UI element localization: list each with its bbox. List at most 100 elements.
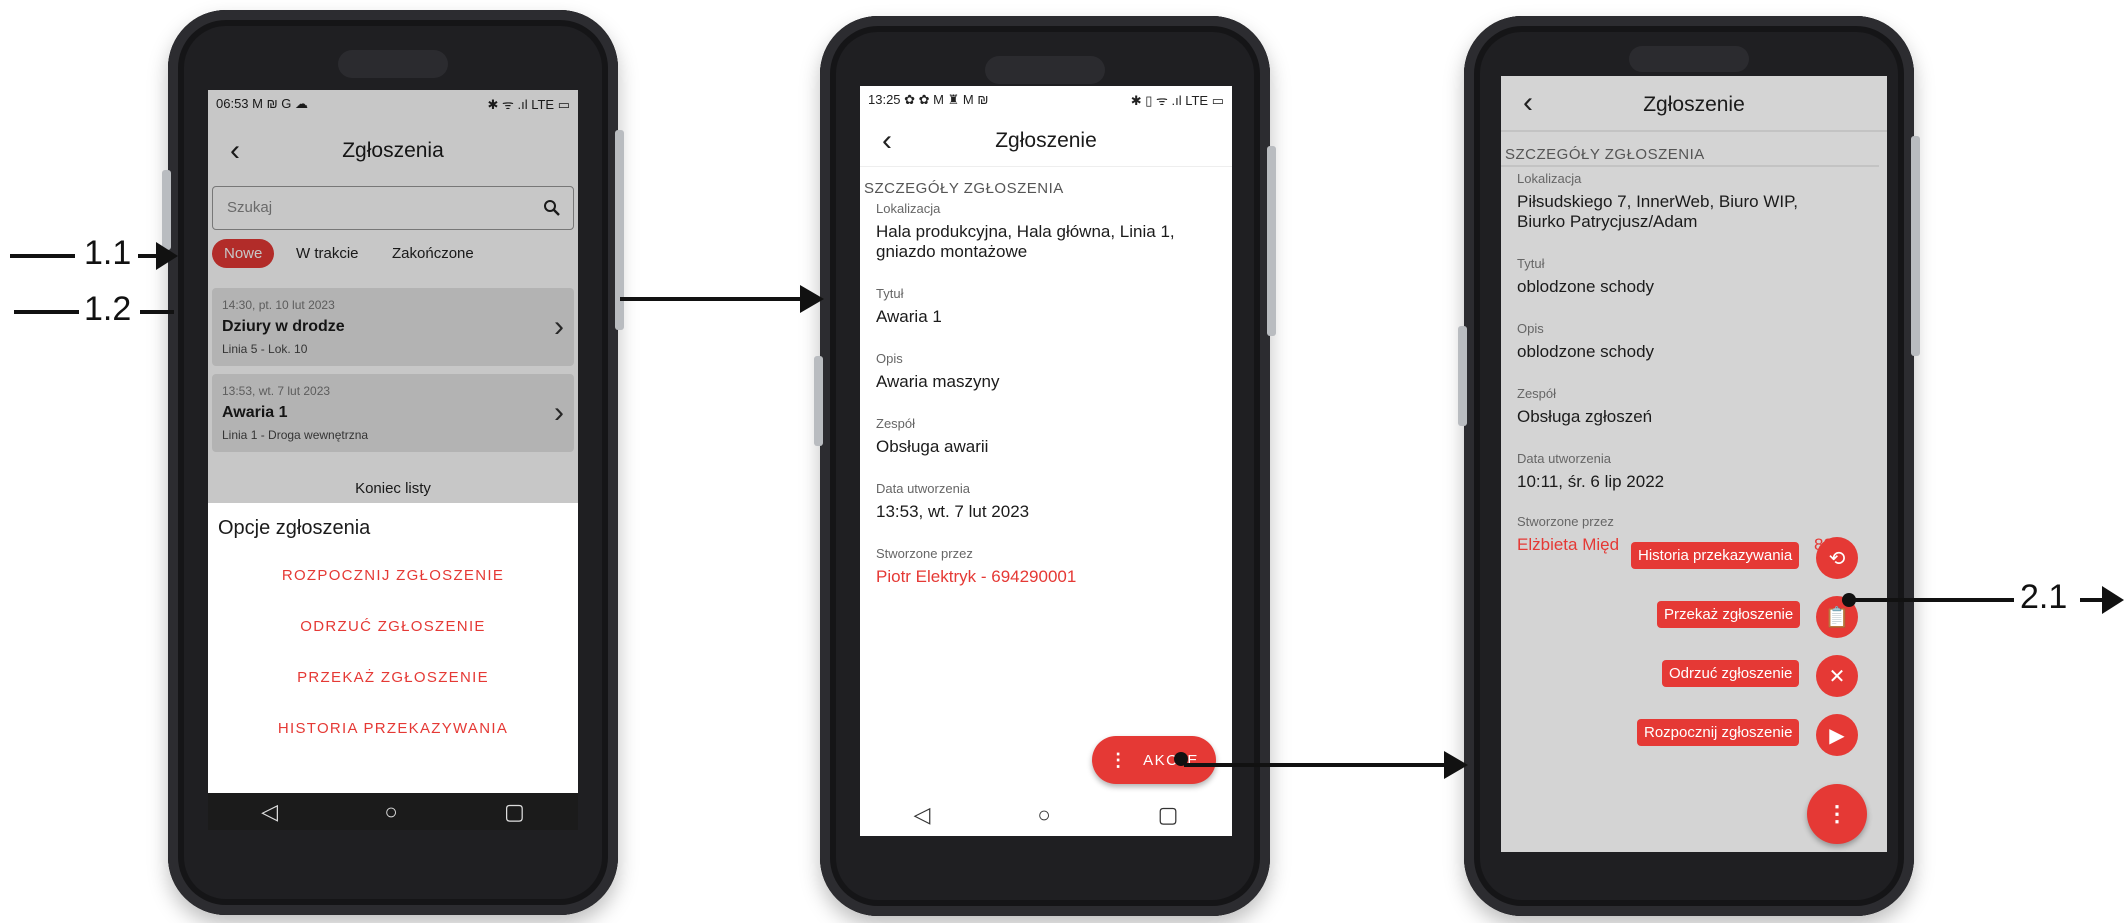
start-report-option[interactable]: ROZPOCZNIJ ZGŁOSZENIE — [208, 550, 578, 601]
app-bar: ‹ Zgłoszenie — [860, 116, 1232, 167]
callout-line — [2080, 598, 2102, 602]
created-by-link[interactable]: Piotr Elektryk - 694290001 — [876, 567, 1216, 587]
details-panel: SZCZEGÓŁY ZGŁOSZENIA Lokalizacja Hala pr… — [860, 180, 1232, 587]
reject-action-label[interactable]: Odrzuć zgłoszenie — [1662, 660, 1800, 687]
field-title: Tytuł oblodzone schody — [1501, 256, 1887, 297]
field-value: Awaria 1 — [876, 307, 942, 326]
side-button — [162, 170, 171, 250]
arrow-right-icon — [800, 285, 824, 313]
camera-bump — [1629, 46, 1749, 72]
back-arrow-icon[interactable]: ‹ — [882, 124, 892, 158]
callout-1-1: 1.1 — [84, 234, 132, 272]
camera-bump — [338, 50, 448, 78]
phone-1: 06:53 M ₪ G ☁ ✱ ᯤ .ıl LTE ▭ ‹ Zgłoszenia… — [162, 10, 624, 915]
arrow-right-icon — [1444, 751, 1468, 779]
details-panel: SZCZEGÓŁY ZGŁOSZENIA Lokalizacja Piłsuds… — [1501, 146, 1887, 555]
field-created: Data utworzenia 10:11, śr. 6 lip 2022 — [1501, 451, 1887, 492]
field-value: Obsługa zgłoszeń — [1517, 407, 1653, 426]
sheet-title: Opcje zgłoszenia — [218, 517, 371, 539]
field-description: Opis Awaria maszyny — [860, 351, 1232, 392]
field-label: Opis — [876, 351, 903, 366]
nav-recents-icon[interactable]: ▢ — [1158, 802, 1179, 828]
dim-overlay[interactable] — [208, 90, 578, 503]
field-label: Opis — [1517, 321, 1544, 336]
nav-back-icon[interactable]: ◁ — [261, 799, 278, 825]
play-icon[interactable]: ▶ — [1816, 714, 1858, 756]
status-icons: ✱ ▯ ᯤ .ıl LTE ▭ — [1130, 93, 1224, 108]
status-icons: ✿ ✿ M ♜ M ₪ — [904, 92, 989, 107]
side-button — [1267, 146, 1276, 336]
field-created-by: Stworzone przez Piotr Elektryk - 6942900… — [860, 546, 1232, 587]
nav-home-icon[interactable]: ○ — [384, 799, 397, 825]
side-button — [814, 356, 823, 446]
actions-fab[interactable]: ⋮ AKCJE — [1092, 736, 1216, 784]
close-icon[interactable]: ✕ — [1816, 655, 1858, 697]
field-label: Zespół — [876, 416, 916, 431]
field-label: Tytuł — [876, 286, 904, 301]
field-label: Zespół — [1517, 386, 1557, 401]
field-label: Stworzone przez — [1517, 514, 1614, 529]
side-button — [1911, 136, 1920, 356]
history-action-label[interactable]: Historia przekazywania — [1631, 542, 1800, 569]
field-value: Hala produkcyjna, Hala główna, Linia 1, … — [876, 222, 1175, 261]
page-title: Zgłoszenie — [995, 129, 1097, 152]
nav-recents-icon[interactable]: ▢ — [504, 799, 525, 825]
phone-2: 13:25 ✿ ✿ M ♜ M ₪ ✱ ▯ ᯤ .ıl LTE ▭ ‹ Zgło… — [814, 16, 1276, 916]
field-team: Zespół Obsługa zgłoszeń — [1501, 386, 1887, 427]
history-icon[interactable]: ⟲ — [1816, 537, 1858, 579]
nav-home-icon[interactable]: ○ — [1037, 802, 1050, 828]
screen-1: 06:53 M ₪ G ☁ ✱ ᯤ .ıl LTE ▭ ‹ Zgłoszenia… — [208, 90, 578, 830]
arrow-right-icon — [156, 242, 178, 270]
callout-2-1: 2.1 — [2020, 578, 2068, 616]
callout-line — [1852, 598, 2014, 602]
field-label: Data utworzenia — [1517, 451, 1611, 466]
forward-report-option[interactable]: PRZEKAŻ ZGŁOSZENIE — [208, 652, 578, 703]
phone-3: ‹ Zgłoszenie SZCZEGÓŁY ZGŁOSZENIA Lokali… — [1458, 16, 1920, 916]
callout-line — [140, 310, 174, 314]
section-header: SZCZEGÓŁY ZGŁOSZENIA — [864, 180, 1064, 197]
reject-report-option[interactable]: ODRZUĆ ZGŁOSZENIE — [208, 601, 578, 652]
screen-2: 13:25 ✿ ✿ M ♜ M ₪ ✱ ▯ ᯤ .ıl LTE ▭ ‹ Zgło… — [860, 86, 1232, 836]
field-value: 10:11, śr. 6 lip 2022 — [1517, 472, 1665, 491]
flow-arrow-line — [1184, 763, 1448, 767]
options-sheet: Opcje zgłoszenia ROZPOCZNIJ ZGŁOSZENIE O… — [208, 503, 578, 793]
callout-line — [14, 310, 79, 314]
forward-history-option[interactable]: HISTORIA PRZEKAZYWANIA — [208, 703, 578, 754]
field-label: Lokalizacja — [876, 201, 941, 216]
field-value: Piłsudskiego 7, InnerWeb, Biuro WIP, Biu… — [1517, 192, 1798, 231]
field-value: Obsługa awarii — [876, 437, 989, 456]
section-header: SZCZEGÓŁY ZGŁOSZENIA — [1501, 146, 1879, 167]
status-time: 13:25 — [868, 92, 901, 107]
page-title: Zgłoszenie — [1643, 93, 1745, 116]
callout-1-2: 1.2 — [84, 290, 132, 328]
field-value: Awaria maszyny — [876, 372, 1000, 391]
app-bar: ‹ Zgłoszenie — [1501, 80, 1887, 132]
nav-bar: ◁ ○ ▢ — [208, 793, 578, 830]
back-arrow-icon[interactable]: ‹ — [1523, 86, 1533, 120]
field-value: 13:53, wt. 7 lut 2023 — [876, 502, 1030, 521]
field-created: Data utworzenia 13:53, wt. 7 lut 2023 — [860, 481, 1232, 522]
more-vert-icon: ⋮ — [1826, 801, 1848, 826]
callout-line — [138, 254, 158, 258]
flow-arrow-line — [620, 297, 802, 301]
arrow-right-icon — [2102, 586, 2124, 614]
field-value: oblodzone schody — [1517, 342, 1655, 361]
field-description: Opis oblodzone schody — [1501, 321, 1887, 362]
start-action-label[interactable]: Rozpocznij zgłoszenie — [1637, 719, 1800, 746]
field-value: oblodzone schody — [1517, 277, 1655, 296]
nav-back-icon[interactable]: ◁ — [913, 802, 930, 828]
field-label: Tytuł — [1517, 256, 1545, 271]
created-by-name: Elżbieta Międ — [1517, 535, 1620, 554]
field-label: Lokalizacja — [1517, 171, 1582, 186]
speed-dial-fab[interactable]: ⋮ — [1807, 784, 1867, 844]
callout-line — [10, 254, 75, 258]
field-title: Tytuł Awaria 1 — [860, 286, 1232, 327]
more-vert-icon: ⋮ — [1109, 749, 1128, 770]
side-button — [1458, 326, 1467, 426]
field-label: Stworzone przez — [876, 546, 973, 561]
status-bar: 13:25 ✿ ✿ M ♜ M ₪ ✱ ▯ ᯤ .ıl LTE ▭ — [860, 86, 1232, 114]
forward-action-label[interactable]: Przekaż zgłoszenie — [1657, 601, 1801, 628]
field-location: Lokalizacja Piłsudskiego 7, InnerWeb, Bi… — [1501, 171, 1887, 232]
field-label: Data utworzenia — [876, 481, 970, 496]
screen-3: ‹ Zgłoszenie SZCZEGÓŁY ZGŁOSZENIA Lokali… — [1501, 76, 1887, 852]
